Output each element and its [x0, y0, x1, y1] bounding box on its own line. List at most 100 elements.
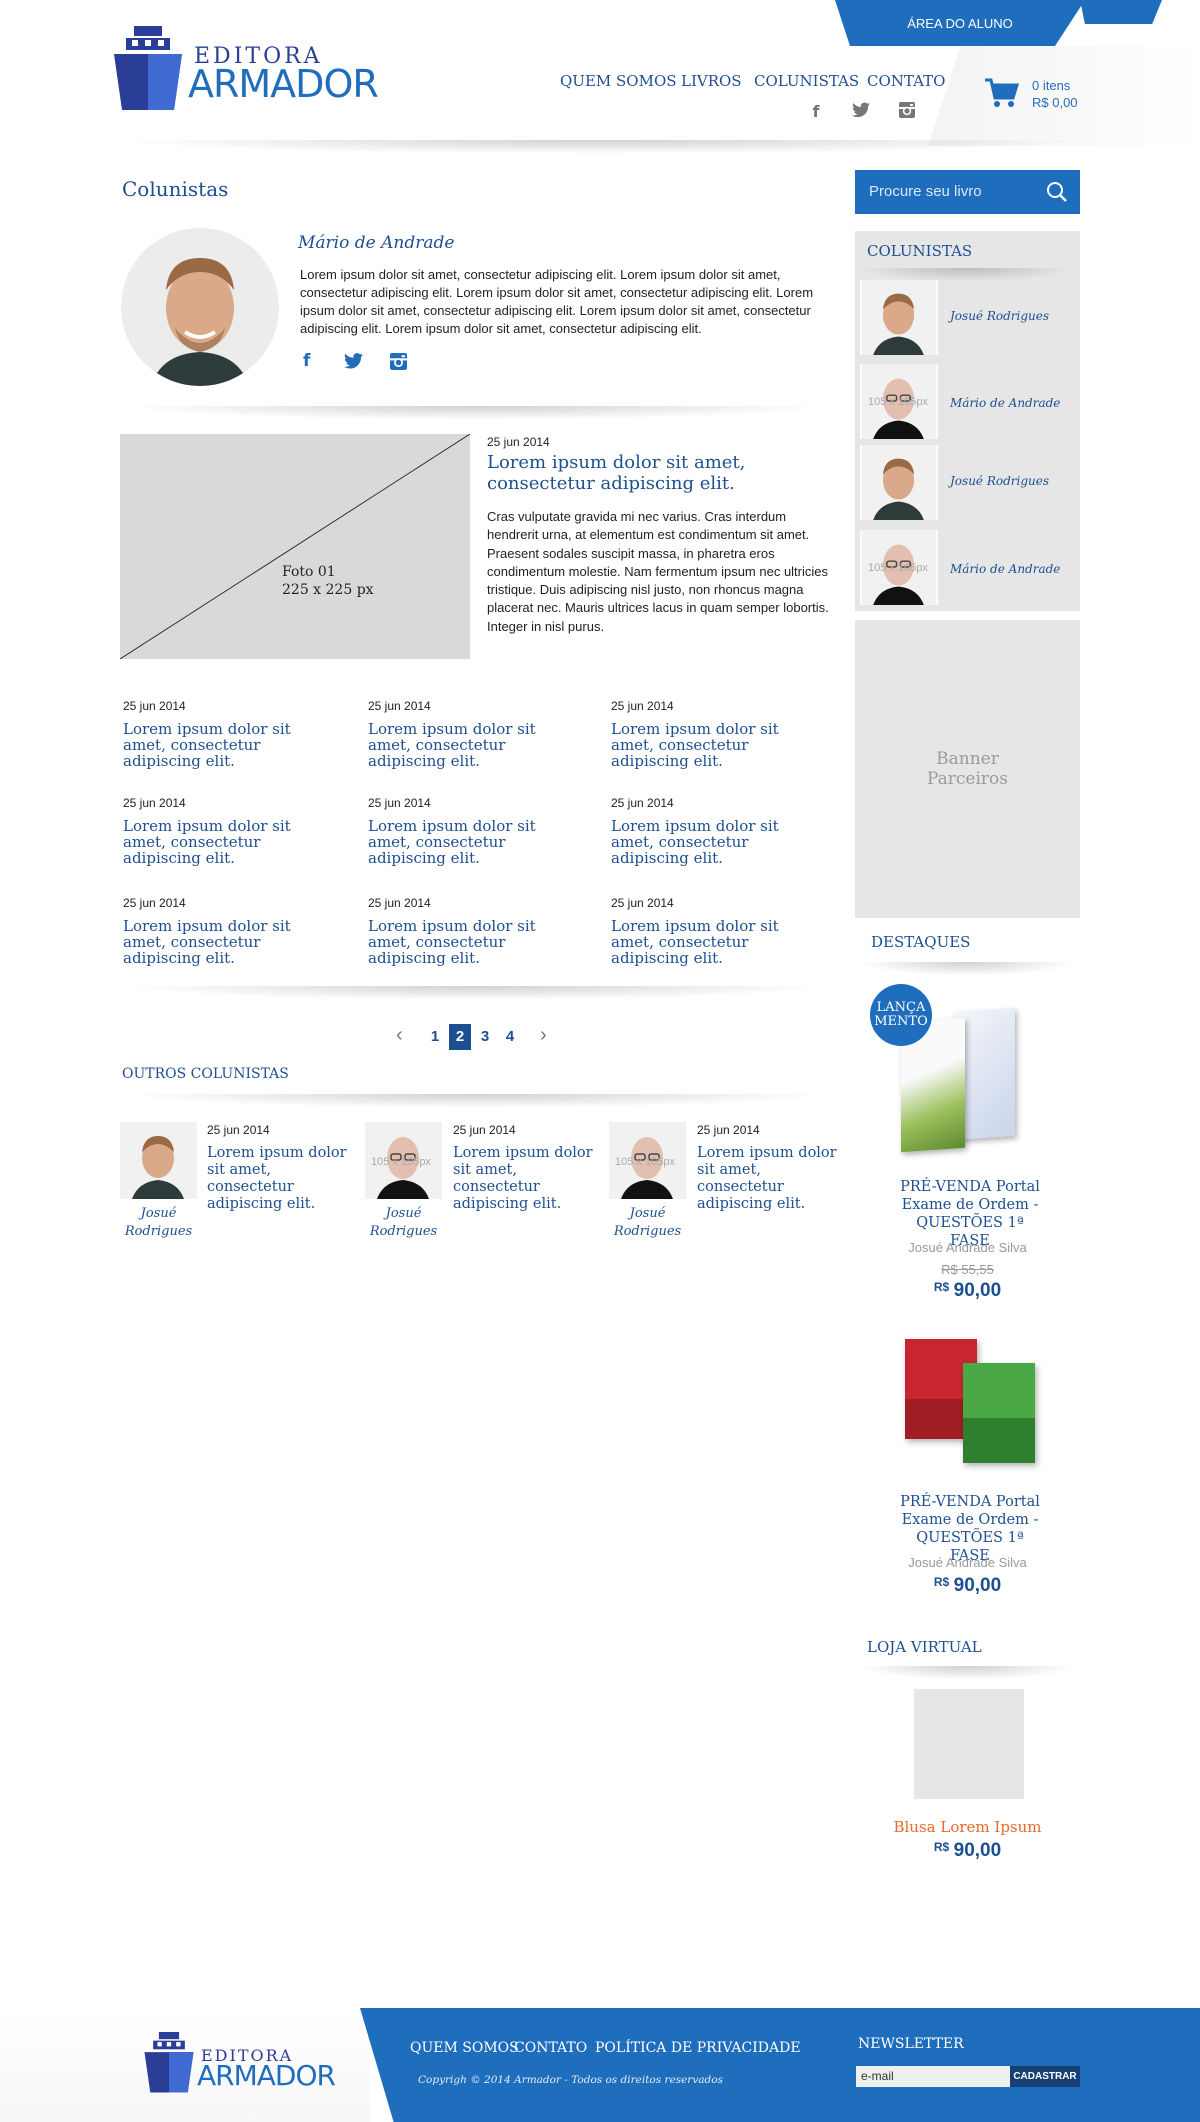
- others-divider: [120, 1094, 832, 1108]
- colunista-avatar[interactable]: [860, 280, 938, 355]
- search-input[interactable]: Procure seu livro: [855, 170, 1080, 214]
- post-date: 25 jun 2014: [611, 699, 674, 713]
- book-cover-2[interactable]: [903, 1337, 1038, 1464]
- twitter-icon[interactable]: [851, 102, 871, 122]
- author-facebook-icon[interactable]: f: [303, 351, 310, 371]
- post-title[interactable]: Lorem ipsum dolor sit amet, consectetur …: [368, 918, 583, 966]
- page-title: Colunistas: [122, 177, 229, 201]
- logo[interactable]: EDITORA ARMADOR: [112, 26, 379, 112]
- product-price-value: 90,00: [953, 1840, 1002, 1861]
- page-4[interactable]: 4: [499, 1024, 521, 1050]
- author-twitter-icon[interactable]: [344, 353, 363, 374]
- product-title[interactable]: Blusa Lorem Ipsum: [855, 1818, 1080, 1836]
- other-avatar-placeholder: 105 x 105px: [371, 1156, 431, 1168]
- featured-body: Cras vulputate gravida mi nec varius. Cr…: [487, 509, 829, 634]
- other-avatar[interactable]: 105 x 105px: [365, 1122, 442, 1199]
- post-title[interactable]: Lorem ipsum dolor sit amet, consectetur …: [611, 818, 826, 866]
- page-2-current[interactable]: 2: [449, 1024, 471, 1050]
- loja-title: LOJA VIRTUAL: [867, 1638, 982, 1656]
- author-name: Mário de Andrade: [298, 233, 455, 253]
- search-placeholder: Procure seu livro: [869, 183, 982, 200]
- post-date: 25 jun 2014: [123, 796, 186, 810]
- post-date: 25 jun 2014: [368, 896, 431, 910]
- other-title[interactable]: Lorem ipsum dolor sit amet, consectetur …: [453, 1145, 593, 1213]
- book-price: R$ 90,00: [855, 1280, 1080, 1302]
- badge-line-2: MENTO: [874, 1014, 928, 1029]
- author-divider: [120, 406, 832, 420]
- post-date: 25 jun 2014: [368, 796, 431, 810]
- ship-icon: [144, 2032, 194, 2093]
- featured-title[interactable]: Lorem ipsum dolor sit amet, consectetur …: [487, 452, 787, 494]
- partners-banner[interactable]: Banner Parceiros: [855, 620, 1080, 918]
- post-date: 25 jun 2014: [611, 896, 674, 910]
- nav-item-livros[interactable]: LIVROS: [681, 72, 742, 90]
- featured-photo-placeholder[interactable]: Foto 01 225 x 225 px: [120, 434, 470, 659]
- colunista-name[interactable]: Mário de Andrade: [950, 396, 1060, 410]
- banner-line-1: Banner: [936, 749, 999, 769]
- other-name: Josué: [629, 1206, 666, 1221]
- next-page-chevron-icon[interactable]: ›: [540, 1024, 547, 1047]
- footer-link-contato[interactable]: CONTATO: [514, 2040, 587, 2056]
- ship-icon: [114, 26, 182, 110]
- newsletter-subscribe-button[interactable]: CADASTRAR: [1010, 2066, 1080, 2087]
- post-date: 25 jun 2014: [368, 699, 431, 713]
- colunista-name[interactable]: Josué Rodrigues: [950, 474, 1049, 488]
- other-name: Josué: [140, 1206, 177, 1221]
- other-avatar[interactable]: [120, 1122, 197, 1199]
- book-currency: R$: [933, 1575, 950, 1589]
- author-instagram-icon[interactable]: [390, 353, 407, 375]
- other-surname: Rodrigues: [369, 1224, 438, 1239]
- book-author: Josué Andrade Silva: [908, 1240, 1027, 1255]
- facebook-icon[interactable]: f: [806, 102, 826, 122]
- post-title[interactable]: Lorem ipsum dolor sit amet, consectetur …: [123, 918, 338, 966]
- post-title[interactable]: Lorem ipsum dolor sit amet, consectetur …: [368, 818, 583, 866]
- post-title[interactable]: Lorem ipsum dolor sit amet, consectetur …: [123, 721, 338, 769]
- colunista-name[interactable]: Josué Rodrigues: [950, 309, 1049, 323]
- instagram-icon[interactable]: [897, 102, 917, 122]
- post-date: 25 jun 2014: [123, 699, 186, 713]
- footer-copyright: Copyrigh © 2014 Armador - Todos os direi…: [418, 2074, 723, 2086]
- book-price-value: 90,00: [953, 1575, 1002, 1596]
- product-image-placeholder[interactable]: [914, 1689, 1024, 1799]
- destaques-divider: [858, 962, 1076, 976]
- prev-page-chevron-icon[interactable]: ‹: [396, 1024, 403, 1047]
- other-date: 25 jun 2014: [453, 1123, 516, 1137]
- footer-logo[interactable]: EDITORA ARMADOR: [143, 2032, 343, 2096]
- colunista-name[interactable]: Mário de Andrade: [950, 562, 1060, 576]
- post-title[interactable]: Lorem ipsum dolor sit amet, consectetur …: [611, 918, 826, 966]
- cart[interactable]: 0 itens R$ 0,00: [985, 76, 1080, 116]
- search-icon[interactable]: [1046, 181, 1068, 203]
- posts-divider: [120, 986, 832, 1000]
- colunista-avatar[interactable]: [860, 445, 938, 520]
- nav-item-colunistas[interactable]: COLUNISTAS: [754, 72, 859, 90]
- post-title[interactable]: Lorem ipsum dolor sit amet, consectetur …: [611, 721, 826, 769]
- book-green-cover: [963, 1363, 1035, 1463]
- nav-item-quem-somos[interactable]: QUEM SOMOS: [560, 72, 677, 90]
- footer-link-privacidade[interactable]: POLÍTICA DE PRIVACIDADE: [595, 2040, 801, 2056]
- page-3[interactable]: 3: [474, 1024, 496, 1050]
- post-title[interactable]: Lorem ipsum dolor sit amet, consectetur …: [123, 818, 338, 866]
- area-aluno-button[interactable]: ÁREA DO ALUNO: [835, 0, 1085, 46]
- other-avatar[interactable]: 105 x 105px: [609, 1122, 686, 1199]
- footer-link-quem-somos[interactable]: QUEM SOMOS: [410, 2040, 519, 2056]
- book-old-price: R$ 55,55: [941, 1262, 994, 1277]
- badge-line-1: LANÇA: [876, 1000, 926, 1015]
- header-divider: [110, 140, 1090, 154]
- other-date: 25 jun 2014: [207, 1123, 270, 1137]
- cart-icon: [985, 78, 1019, 107]
- book-price: R$ 90,00: [855, 1575, 1080, 1597]
- newsletter-email-input[interactable]: e-mail: [856, 2066, 1010, 2087]
- colunista-avatar[interactable]: 105 x 105px: [860, 530, 938, 605]
- colunista-avatar[interactable]: 105 x 105px: [860, 364, 938, 439]
- featured-photo-label: Foto 01: [282, 564, 336, 580]
- other-title[interactable]: Lorem ipsum dolor sit amet, consectetur …: [697, 1145, 837, 1213]
- page-1[interactable]: 1: [424, 1024, 446, 1050]
- footer-blue-bg: [360, 2008, 1200, 2122]
- other-title[interactable]: Lorem ipsum dolor sit amet, consectetur …: [207, 1145, 347, 1213]
- featured-photo-size: 225 x 225 px: [282, 582, 374, 598]
- post-title[interactable]: Lorem ipsum dolor sit amet, consectetur …: [368, 721, 583, 769]
- nav-item-contato[interactable]: CONTATO: [867, 72, 945, 90]
- colunistas-title: COLUNISTAS: [867, 242, 973, 260]
- author-bio: Lorem ipsum dolor sit amet, consectetur …: [300, 267, 814, 336]
- cart-total: R$ 0,00: [1032, 95, 1078, 110]
